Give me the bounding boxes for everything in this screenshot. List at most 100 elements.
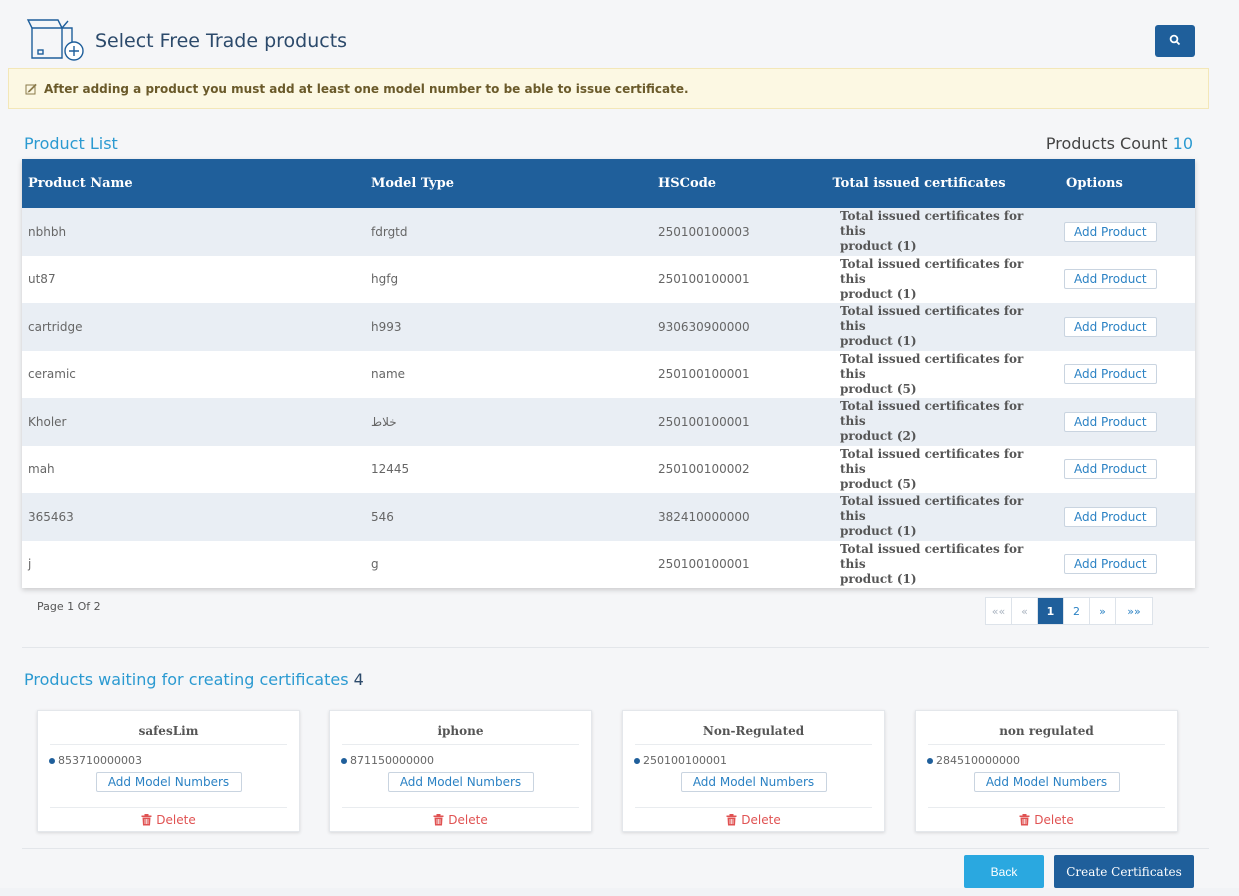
delete-button[interactable]: Delete xyxy=(635,807,872,831)
back-button[interactable]: Back xyxy=(964,855,1044,888)
cell-total-certificates: Total issued certificates for this produc… xyxy=(792,398,1046,446)
waiting-products-title: Products waiting for creating certificat… xyxy=(24,670,364,689)
certificates-line-2: product (5) xyxy=(840,476,917,491)
certificates-line-2: product (5) xyxy=(840,381,917,396)
add-product-button[interactable]: Add Product xyxy=(1064,364,1157,385)
search-icon xyxy=(1169,34,1181,49)
add-product-button[interactable]: Add Product xyxy=(1064,269,1157,290)
page-title: Select Free Trade products xyxy=(95,30,348,52)
bullet-icon xyxy=(49,757,55,764)
table-row: j g 250100100001 Total issued certificates … xyxy=(22,540,1195,588)
cell-model-type: fdrgtd xyxy=(371,224,408,239)
certificates-line-1: Total issued certificates for this xyxy=(840,399,1024,429)
cell-model-type: g xyxy=(371,557,379,572)
cell-model-type: 546 xyxy=(371,509,394,524)
add-model-numbers-button[interactable]: Add Model Numbers xyxy=(95,772,242,792)
certificates-line-1: Total issued certificates for this xyxy=(840,494,1024,524)
cell-total-certificates: Total issued certificates for this produc… xyxy=(792,446,1046,494)
cell-options: Add Product xyxy=(1046,208,1195,256)
cell-hscode: 250100100003 xyxy=(658,224,750,239)
column-header-hscode: HSCode xyxy=(658,176,717,191)
card-hscode-value: 284510000000 xyxy=(936,754,1020,767)
certificates-line-1: Total issued certificates for this xyxy=(840,304,1024,334)
products-count-value: 10 xyxy=(1172,134,1193,153)
cell-hscode: 250100100001 xyxy=(658,557,750,572)
page-header: Select Free Trade products xyxy=(22,18,1202,66)
search-button[interactable] xyxy=(1155,25,1195,57)
trash-icon xyxy=(433,813,444,825)
pagination-page-1[interactable]: 1 xyxy=(1038,598,1064,624)
cell-total-certificates: Total issued certificates for this produc… xyxy=(792,351,1046,399)
card-title: iphone xyxy=(342,711,579,745)
delete-button[interactable]: Delete xyxy=(928,807,1165,831)
cell-total-certificates: Total issued certificates for this produc… xyxy=(792,256,1046,304)
bullet-icon xyxy=(341,757,347,764)
cell-model-type: خلاط xyxy=(371,414,397,429)
certificates-line-1: Total issued certificates for this xyxy=(840,256,1024,286)
box-plus-icon xyxy=(26,18,88,62)
column-header-product-name: Product Name xyxy=(28,176,133,191)
add-product-button[interactable]: Add Product xyxy=(1064,316,1157,337)
pagination-prev[interactable]: « xyxy=(1012,598,1038,624)
certificates-line-1: Total issued certificates for this xyxy=(840,351,1024,381)
pagination-first[interactable]: «« xyxy=(986,598,1012,624)
add-product-button[interactable]: Add Product xyxy=(1064,506,1157,527)
cell-options: Add Product xyxy=(1046,256,1195,304)
cell-total-certificates: Total issued certificates for this produc… xyxy=(792,208,1046,256)
waiting-products-cards: safesLim 853710000003 Add Model Numbers Del… xyxy=(37,710,1197,832)
add-model-numbers-button[interactable]: Add Model Numbers xyxy=(680,772,827,792)
trash-icon xyxy=(1019,813,1030,825)
column-header-options: Options xyxy=(1066,176,1123,191)
add-product-button[interactable]: Add Product xyxy=(1064,411,1157,432)
edit-icon xyxy=(25,83,37,95)
cell-total-certificates: Total issued certificates for this produc… xyxy=(792,303,1046,351)
cell-product-name: ceramic xyxy=(28,367,76,382)
card-hscode-value: 871150000000 xyxy=(350,754,434,767)
pagination-next[interactable]: » xyxy=(1090,598,1116,624)
cell-product-name: ut87 xyxy=(28,272,56,287)
products-count: Products Count 10 xyxy=(1046,134,1193,153)
certificates-line-1: Total issued certificates for this xyxy=(840,209,1024,239)
cell-hscode: 250100100001 xyxy=(658,272,750,287)
pagination: «« « 1 2 » »» xyxy=(985,597,1153,625)
add-product-button[interactable]: Add Product xyxy=(1064,459,1157,480)
cell-product-name: mah xyxy=(28,462,55,477)
cell-product-name: cartridge xyxy=(28,319,83,334)
cell-options: Add Product xyxy=(1046,493,1195,541)
add-product-button[interactable]: Add Product xyxy=(1064,221,1157,242)
table-row: 365463 546 382410000000 Total issued certif… xyxy=(22,493,1195,541)
waiting-product-card: non regulated 284510000000 Add Model Numbe… xyxy=(915,710,1178,832)
certificates-line-2: product (1) xyxy=(840,286,917,301)
waiting-products-count: 4 xyxy=(353,670,364,689)
product-list-title: Product List xyxy=(24,134,118,153)
delete-label: Delete xyxy=(448,812,488,827)
delete-button[interactable]: Delete xyxy=(342,807,579,831)
trash-icon xyxy=(726,813,737,825)
column-header-model-type: Model Type xyxy=(371,176,455,191)
add-product-button[interactable]: Add Product xyxy=(1064,554,1157,575)
page: Select Free Trade products After adding … xyxy=(0,0,1239,888)
waiting-product-card: Non-Regulated 250100100001 Add Model Numbe… xyxy=(622,710,885,832)
cell-hscode: 250100100001 xyxy=(658,414,750,429)
table-row: mah 12445 250100100002 Total issued certifi… xyxy=(22,445,1195,494)
cell-model-type: hgfg xyxy=(371,272,399,287)
product-table: Product Name Model Type HSCode Total iss… xyxy=(22,159,1195,588)
card-hscode: 871150000000 xyxy=(330,745,591,767)
table-header-row: Product Name Model Type HSCode Total iss… xyxy=(22,159,1195,208)
pagination-last[interactable]: »» xyxy=(1116,598,1152,624)
section-divider xyxy=(22,647,1209,648)
card-hscode-value: 250100100001 xyxy=(643,754,727,767)
add-model-numbers-button[interactable]: Add Model Numbers xyxy=(973,772,1120,792)
table-row: ut87 hgfg 250100100001 Total issued certifi… xyxy=(22,255,1195,304)
column-header-total-certificates: Total issued certificates xyxy=(832,176,1006,191)
create-certificates-button[interactable]: Create Certificates xyxy=(1054,855,1194,888)
delete-button[interactable]: Delete xyxy=(50,807,287,831)
pagination-page-2[interactable]: 2 xyxy=(1064,598,1090,624)
certificates-line-2: product (1) xyxy=(840,571,917,586)
page-indicator: Page 1 Of 2 xyxy=(37,600,101,613)
delete-label: Delete xyxy=(156,812,196,827)
card-hscode: 250100100001 xyxy=(623,745,884,767)
certificates-line-1: Total issued certificates for this xyxy=(840,541,1024,571)
cell-hscode: 250100100002 xyxy=(658,462,750,477)
add-model-numbers-button[interactable]: Add Model Numbers xyxy=(387,772,534,792)
